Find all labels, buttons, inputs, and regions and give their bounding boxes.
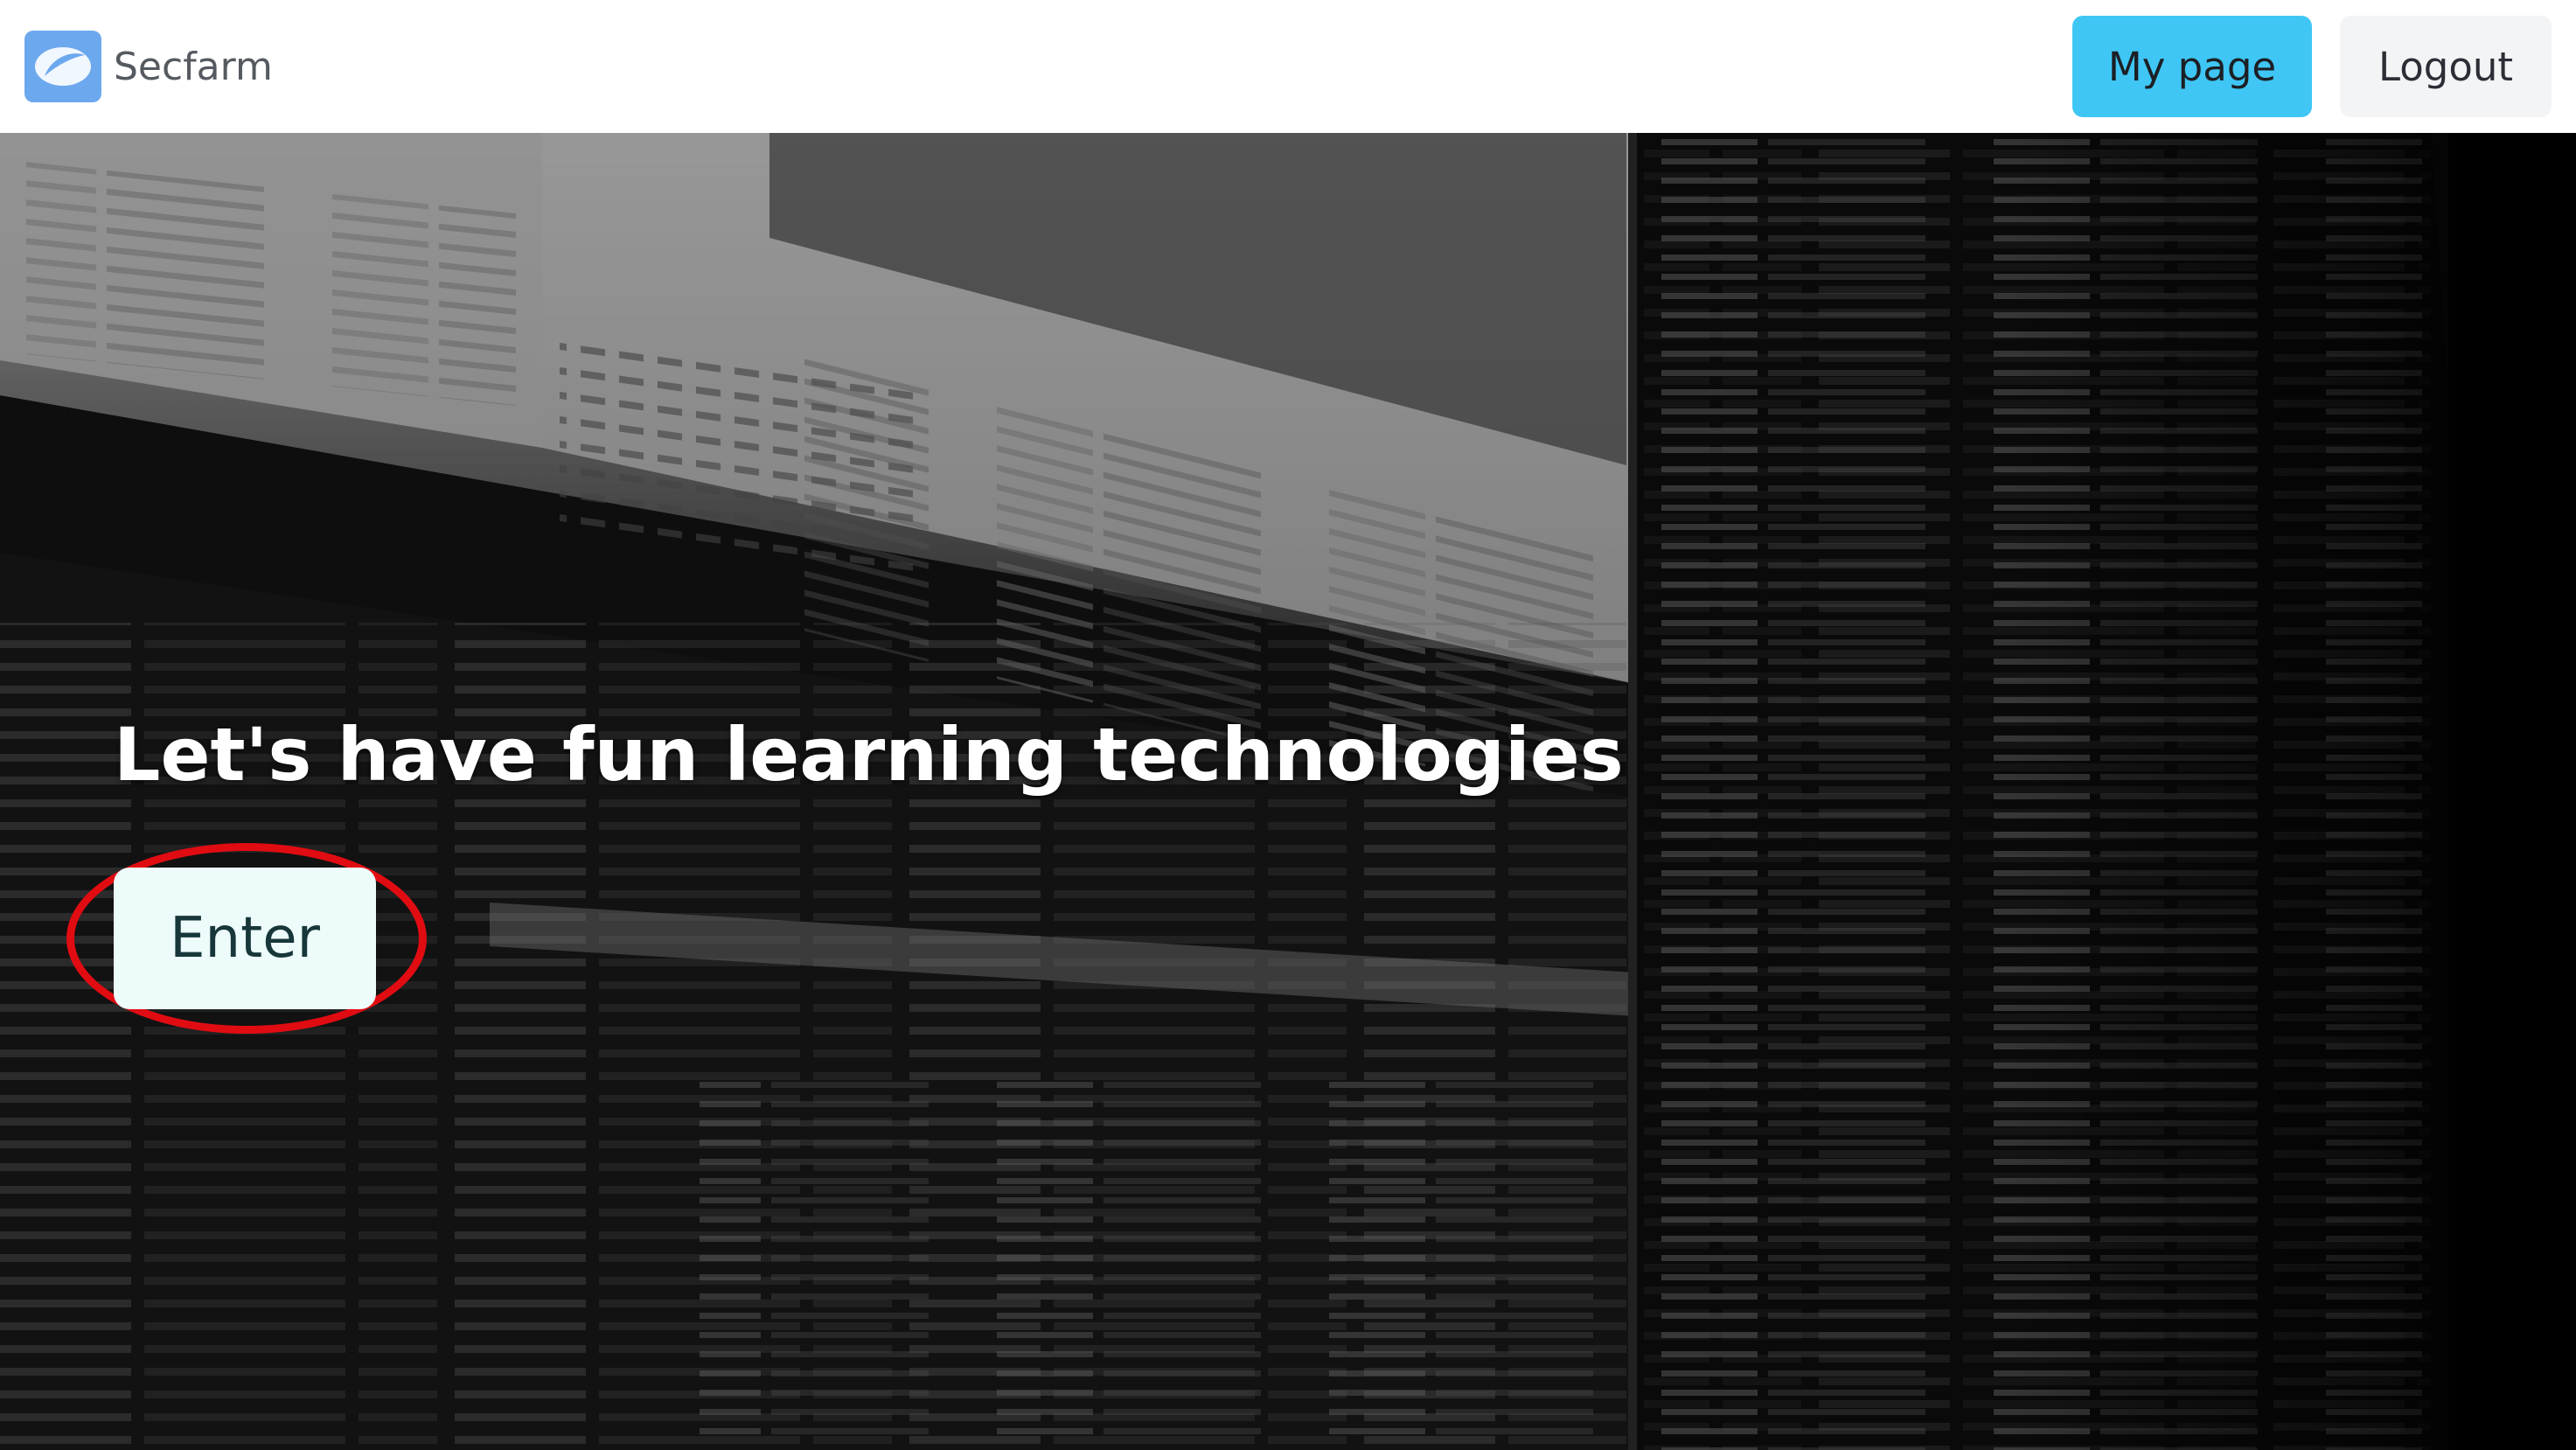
hero-title: Let's have fun learning technologies (114, 712, 1624, 798)
hero-section: Let's have fun learning technologies Ent… (0, 133, 2576, 1450)
brand-link[interactable]: Secfarm (24, 0, 273, 133)
enter-button[interactable]: Enter (114, 868, 376, 1009)
top-navbar: Secfarm My page Logout (0, 0, 2576, 133)
logout-button[interactable]: Logout (2340, 16, 2552, 117)
leaf-icon (24, 31, 101, 102)
my-page-button[interactable]: My page (2072, 16, 2312, 117)
nav-actions: My page Logout (2072, 16, 2552, 117)
brand-name: Secfarm (114, 44, 273, 89)
